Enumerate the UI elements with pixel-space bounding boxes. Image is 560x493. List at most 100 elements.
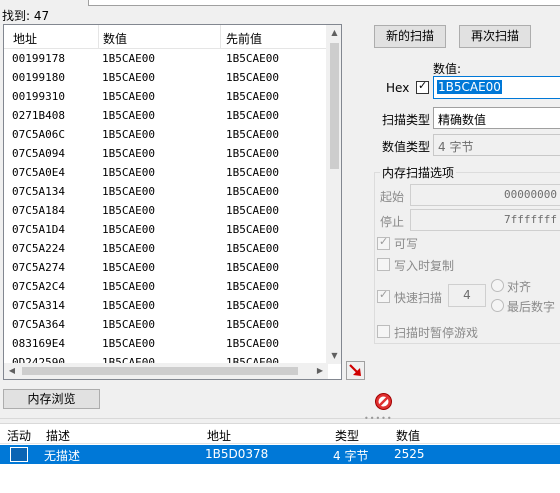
scan-results-list[interactable]: 地址 数值 先前值 00199178 1B5CAE00 1B5CAE00 001991… xyxy=(3,24,342,380)
cell-previous: 1B5CAE00 xyxy=(226,128,279,141)
cell-address: 07C5A364 xyxy=(12,318,65,331)
table-row[interactable]: 07C5A2C4 1B5CAE00 1B5CAE00 xyxy=(4,277,328,296)
header-type[interactable]: 类型 xyxy=(335,427,359,444)
cell-previous: 1B5CAE00 xyxy=(226,71,279,84)
cell-address: 083169E4 xyxy=(12,337,65,350)
hscroll-thumb[interactable] xyxy=(22,367,298,375)
cell-address: 07C5A274 xyxy=(12,261,65,274)
memory-scan-options-title: 内存扫描选项 xyxy=(380,164,457,181)
table-row[interactable]: 00199310 1B5CAE00 1B5CAE00 xyxy=(4,87,328,106)
table-row[interactable]: 07C5A0E4 1B5CAE00 1B5CAE00 xyxy=(4,163,328,182)
scroll-up-icon[interactable]: ▲ xyxy=(327,25,342,41)
scroll-right-icon[interactable]: ▶ xyxy=(312,363,328,379)
table-row[interactable]: 083169E4 1B5CAE00 1B5CAE00 xyxy=(4,334,328,353)
table-row[interactable]: 07C5A314 1B5CAE00 1B5CAE00 xyxy=(4,296,328,315)
value-type-select[interactable]: 4 字节 xyxy=(433,134,560,156)
align-radio[interactable] xyxy=(491,279,504,292)
fast-scan-alignment-field[interactable]: 4 xyxy=(448,284,486,307)
scroll-thumb[interactable] xyxy=(330,43,339,169)
top-strip xyxy=(88,0,560,6)
table-row[interactable]: 07C5A134 1B5CAE00 1B5CAE00 xyxy=(4,182,328,201)
check-icon: ✓ xyxy=(418,79,428,92)
value-type-value: 4 字节 xyxy=(438,140,474,154)
header-address[interactable]: 地址 xyxy=(207,427,231,444)
cell-value: 1B5CAE00 xyxy=(102,337,155,350)
fast-scan-label: 快速扫描 xyxy=(394,291,443,305)
cell-address: 00199178 xyxy=(12,52,65,65)
cell-previous: 1B5CAE00 xyxy=(226,109,279,122)
cell-value: 1B5CAE00 xyxy=(102,166,155,179)
scroll-left-icon[interactable]: ◀ xyxy=(4,363,20,379)
value-input-text: 1B5CAE00 xyxy=(437,80,502,94)
cell-address: 07C5A134 xyxy=(12,185,65,198)
start-address-field[interactable]: 00000000 xyxy=(410,184,560,206)
splitter-grip[interactable]: ••••• xyxy=(364,414,393,423)
no-entry-icon xyxy=(375,393,392,410)
cell-previous: 1B5CAE00 xyxy=(226,185,279,198)
clear-list-button[interactable] xyxy=(374,392,393,411)
cell-previous: 1B5CAE00 xyxy=(226,223,279,236)
writable-checkbox[interactable]: ✓ xyxy=(377,235,390,250)
cell-value: 1B5CAE00 xyxy=(102,52,155,65)
cell-address: 07C5A094 xyxy=(12,147,65,160)
splitter[interactable] xyxy=(0,418,560,422)
table-row[interactable]: 00199178 1B5CAE00 1B5CAE00 xyxy=(4,49,328,68)
stop-label: 停止 xyxy=(380,215,405,229)
active-checkbox[interactable] xyxy=(10,447,28,462)
cell-previous: 1B5CAE00 xyxy=(226,299,279,312)
scroll-down-icon[interactable]: ▼ xyxy=(327,348,342,364)
table-row[interactable]: 07C5A274 1B5CAE00 1B5CAE00 xyxy=(4,258,328,277)
next-scan-button[interactable]: 再次扫描 xyxy=(459,25,531,48)
arrow-down-right-icon xyxy=(349,364,361,376)
add-to-list-button[interactable] xyxy=(346,361,365,380)
table-row[interactable]: 0271B408 1B5CAE00 1B5CAE00 xyxy=(4,106,328,125)
table-row[interactable]: 07C5A364 1B5CAE00 1B5CAE00 xyxy=(4,315,328,334)
results-vertical-scrollbar[interactable]: ▲ ▼ xyxy=(326,25,341,364)
hex-checkbox[interactable]: ✓ xyxy=(416,79,429,94)
address-list-row[interactable]: 无描述 1B5D0378 4 字节 2525 xyxy=(0,445,560,464)
stop-address-field[interactable]: 7fffffff xyxy=(410,209,560,231)
table-row[interactable]: 00199180 1B5CAE00 1B5CAE00 xyxy=(4,68,328,87)
table-row[interactable]: 07C5A06C 1B5CAE00 1B5CAE00 xyxy=(4,125,328,144)
last-digit-label: 最后数字 xyxy=(507,300,556,314)
table-row[interactable]: 07C5A1D4 1B5CAE00 1B5CAE00 xyxy=(4,220,328,239)
pause-game-checkbox[interactable] xyxy=(377,325,390,338)
results-header: 地址 数值 先前值 xyxy=(4,25,328,49)
header-previous[interactable]: 先前值 xyxy=(226,30,262,47)
cell-value: 1B5CAE00 xyxy=(102,242,155,255)
header-value[interactable]: 数值 xyxy=(396,427,420,444)
cell-value: 1B5CAE00 xyxy=(102,223,155,236)
cell-previous: 1B5CAE00 xyxy=(226,166,279,179)
cell-value: 1B5CAE00 xyxy=(102,128,155,141)
value-input[interactable]: 1B5CAE00 xyxy=(433,76,560,99)
results-rows: 00199178 1B5CAE00 1B5CAE00 00199180 1B5CAE00… xyxy=(4,49,328,363)
table-row[interactable]: 07C5A224 1B5CAE00 1B5CAE00 xyxy=(4,239,328,258)
cell-previous: 1B5CAE00 xyxy=(226,90,279,103)
start-label: 起始 xyxy=(380,190,405,204)
table-row[interactable]: 07C5A094 1B5CAE00 1B5CAE00 xyxy=(4,144,328,163)
header-description[interactable]: 描述 xyxy=(46,427,70,444)
hex-label: Hex xyxy=(386,81,410,95)
memory-view-button[interactable]: 内存浏览 xyxy=(3,389,100,409)
last-digit-radio[interactable] xyxy=(491,299,504,312)
table-row[interactable]: 0D242590 1B5CAE00 1B5CAE00 xyxy=(4,353,328,363)
pause-game-label: 扫描时暂停游戏 xyxy=(394,326,479,340)
results-horizontal-scrollbar[interactable]: ◀ ▶ xyxy=(4,363,328,379)
header-value[interactable]: 数值 xyxy=(103,30,127,47)
new-scan-button[interactable]: 新的扫描 xyxy=(374,25,446,48)
table-row[interactable]: 07C5A184 1B5CAE00 1B5CAE00 xyxy=(4,201,328,220)
cell-previous: 1B5CAE00 xyxy=(226,52,279,65)
cell-value: 1B5CAE00 xyxy=(102,318,155,331)
row-address: 1B5D0378 xyxy=(205,447,269,461)
cell-address: 07C5A224 xyxy=(12,242,65,255)
header-active[interactable]: 活动 xyxy=(7,427,31,444)
header-address[interactable]: 地址 xyxy=(13,30,37,47)
cell-previous: 1B5CAE00 xyxy=(226,242,279,255)
copy-on-write-checkbox[interactable] xyxy=(377,258,390,271)
fast-scan-checkbox[interactable]: ✓ xyxy=(377,288,390,303)
check-icon: ✓ xyxy=(379,235,389,248)
cell-previous: 1B5CAE00 xyxy=(226,280,279,293)
scan-type-select[interactable]: 精确数值 xyxy=(433,107,560,129)
address-list[interactable]: 活动 描述 地址 类型 数值 无描述 1B5D0378 4 字节 2525 xyxy=(0,423,560,493)
cell-value: 1B5CAE00 xyxy=(102,280,155,293)
